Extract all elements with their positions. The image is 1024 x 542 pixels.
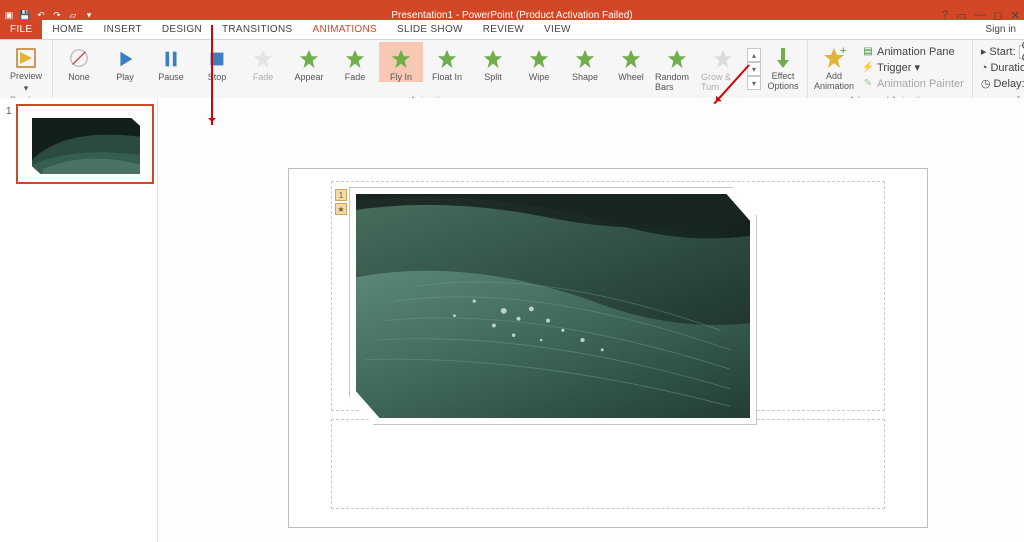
- ribbon-tabs: FILE HOME INSERT DESIGN TRANSITIONS ANIM…: [0, 20, 1024, 40]
- anim-item-4[interactable]: Float In: [425, 42, 469, 82]
- svg-text:+: +: [840, 46, 846, 57]
- preview-button[interactable]: Preview ▾: [4, 42, 48, 94]
- slide-number: 1: [6, 106, 12, 117]
- workspace: 1 1 ★: [0, 98, 1024, 542]
- trigger-icon: ⚡: [862, 62, 874, 74]
- maximize-icon[interactable]: ◻: [994, 9, 1003, 22]
- slide-canvas[interactable]: 1 ★: [158, 98, 1024, 542]
- anim-none[interactable]: None: [57, 42, 101, 82]
- ribbon-options-icon[interactable]: ▭: [956, 9, 966, 22]
- animation-tag-1[interactable]: 1: [335, 189, 347, 201]
- start-slideshow-icon[interactable]: ▱: [68, 10, 78, 20]
- window-title: Presentation1 - PowerPoint (Product Acti…: [0, 10, 1024, 21]
- tab-view[interactable]: VIEW: [534, 20, 581, 39]
- painter-icon: ✎: [862, 78, 874, 90]
- qat-more-icon[interactable]: ▾: [84, 10, 94, 20]
- tab-slideshow[interactable]: SLIDE SHOW: [387, 20, 473, 39]
- delay-field: ◷Delay:: [981, 76, 1024, 91]
- sign-in-link[interactable]: Sign in: [977, 20, 1024, 39]
- anim-stop[interactable]: Stop: [195, 42, 239, 82]
- tab-home[interactable]: HOME: [42, 20, 93, 39]
- quick-access-toolbar: ▣ 💾 ↶ ↷ ▱ ▾ Presentation1 - PowerPoint (…: [0, 10, 1024, 20]
- anim-item-1[interactable]: Appear: [287, 42, 331, 82]
- slide[interactable]: 1 ★: [288, 168, 928, 528]
- anim-item-2[interactable]: Fade: [333, 42, 377, 82]
- help-icon[interactable]: ?: [942, 9, 948, 22]
- app-icon: ▣: [4, 10, 14, 20]
- add-animation-icon: +: [822, 46, 846, 70]
- start-select[interactable]: On Click▾: [1019, 45, 1024, 59]
- picture-frame[interactable]: [349, 187, 757, 425]
- tab-animations[interactable]: ANIMATIONS: [303, 20, 387, 39]
- gallery-more-icon[interactable]: ▾: [747, 76, 761, 90]
- anim-item-9[interactable]: Random Bars: [655, 42, 699, 92]
- effect-options-button[interactable]: Effect Options: [763, 42, 803, 92]
- anim-item-5[interactable]: Split: [471, 42, 515, 82]
- animation-pane-button[interactable]: ▤Animation Pane: [862, 44, 964, 59]
- start-field: ▸Start:On Click▾: [981, 44, 1024, 59]
- animation-tag-2[interactable]: ★: [335, 203, 347, 215]
- start-arrow-icon: ▸: [981, 45, 987, 58]
- anim-item-3-selected[interactable]: Fly In: [379, 42, 423, 82]
- tab-file[interactable]: FILE: [0, 20, 42, 39]
- gallery-up-icon[interactable]: ▴: [747, 48, 761, 62]
- animation-tags: 1 ★: [335, 189, 347, 215]
- anim-pause[interactable]: Pause: [149, 42, 193, 82]
- anim-item-7[interactable]: Shape: [563, 42, 607, 82]
- animation-pane-icon: ▤: [862, 46, 874, 58]
- close-icon[interactable]: ✕: [1011, 9, 1020, 22]
- duration-icon: ◔: [981, 62, 988, 74]
- undo-icon[interactable]: ↶: [36, 10, 46, 20]
- tab-design[interactable]: DESIGN: [152, 20, 212, 39]
- anim-item-6[interactable]: Wipe: [517, 42, 561, 82]
- anim-item-8[interactable]: Wheel: [609, 42, 653, 82]
- annotation-arrow-1: [211, 25, 213, 125]
- delay-icon: ◷: [981, 77, 991, 90]
- redo-icon[interactable]: ↷: [52, 10, 62, 20]
- picture-content: [356, 194, 750, 418]
- preview-icon: [14, 46, 38, 70]
- save-icon[interactable]: 💾: [20, 10, 30, 20]
- thumbnail-image: [32, 118, 140, 174]
- trigger-button[interactable]: ⚡Trigger▾: [862, 60, 964, 75]
- anim-item-10[interactable]: Grow & Turn: [701, 42, 745, 92]
- animation-painter-button[interactable]: ✎Animation Painter: [862, 76, 964, 91]
- content-placeholder[interactable]: [331, 419, 885, 509]
- slide-thumbnails-panel[interactable]: 1: [0, 98, 158, 542]
- tab-transitions[interactable]: TRANSITIONS: [212, 20, 303, 39]
- tab-review[interactable]: REVIEW: [473, 20, 534, 39]
- tab-insert[interactable]: INSERT: [94, 20, 152, 39]
- effect-options-icon: [771, 46, 795, 70]
- anim-item-0[interactable]: Fade: [241, 42, 285, 82]
- duration-field: ◔Duration:: [981, 60, 1024, 75]
- slide-thumbnail-1[interactable]: 1: [16, 104, 154, 184]
- add-animation-button[interactable]: + Add Animation: [812, 42, 856, 92]
- minimize-icon[interactable]: —: [975, 9, 986, 22]
- anim-play[interactable]: Play: [103, 42, 147, 82]
- gallery-scroll: ▴ ▾ ▾: [747, 48, 761, 90]
